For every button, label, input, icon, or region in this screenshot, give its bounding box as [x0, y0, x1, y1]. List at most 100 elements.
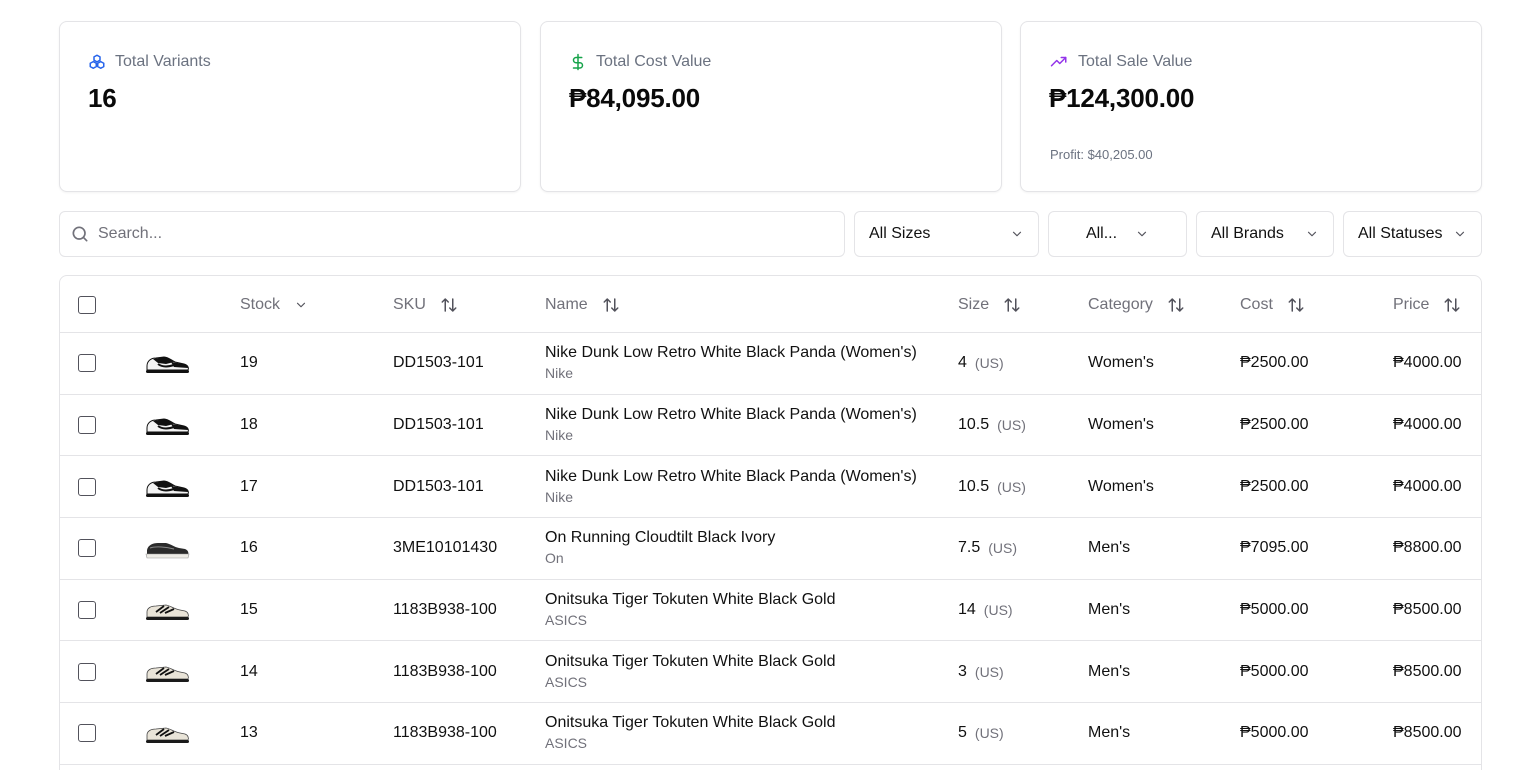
trending-up-icon — [1050, 56, 1067, 67]
product-name: Onitsuka Tiger Tokuten White Black Gold — [545, 652, 836, 670]
size-filter-select[interactable]: All Sizes — [854, 211, 1039, 257]
sort-icon — [1444, 297, 1460, 312]
profit-text: Profit: $40,205.00 — [1050, 147, 1153, 162]
stock-cell: 15 — [240, 601, 258, 619]
size-unit: (US) — [988, 540, 1018, 557]
column-label: Price — [1393, 295, 1430, 313]
size-value: 5 — [958, 724, 967, 742]
size-unit: (US) — [974, 725, 1004, 742]
category-cell: Women's — [1088, 354, 1154, 372]
product-brand: On — [545, 550, 564, 567]
name-cell: On Running Cloudtilt Black Ivory On — [545, 518, 775, 579]
sku-cell: 3ME10101430 — [393, 539, 498, 557]
stock-cell: 18 — [240, 416, 258, 434]
search-input[interactable] — [98, 225, 798, 243]
row-select-cell — [78, 580, 96, 641]
size-value: 10.5 — [958, 416, 990, 434]
price-cell: ₱8500.00 — [1393, 724, 1462, 742]
chevron-down-icon — [1012, 231, 1022, 237]
total-variants-card: Total Variants 16 — [59, 21, 521, 192]
name-column-header[interactable]: Name — [545, 276, 620, 333]
table-row[interactable]: 13 1183B938-100 Onitsuka Tiger Tokuten W… — [60, 703, 1481, 765]
product-image — [144, 456, 190, 517]
category-cell: Women's — [1088, 477, 1154, 495]
sort-icon — [603, 297, 619, 312]
cost-cell: ₱2500.00 — [1240, 477, 1309, 495]
row-select-cell — [78, 333, 96, 394]
select-all-cell — [78, 276, 96, 333]
product-image — [144, 333, 190, 394]
sku-cell: 1183B938-100 — [393, 662, 497, 680]
product-name: Nike Dunk Low Retro White Black Panda (W… — [545, 406, 917, 424]
table-row[interactable]: 19 DD1503-101 Nike Dunk Low Retro White … — [60, 333, 1481, 395]
category-column-header[interactable]: Category — [1088, 276, 1185, 333]
size-cell: 4 (US) — [958, 333, 1004, 394]
cost-column-header[interactable]: Cost — [1240, 276, 1305, 333]
size-unit: (US) — [974, 355, 1004, 372]
sort-icon — [1004, 297, 1020, 312]
category-cell: Men's — [1088, 601, 1131, 619]
row-checkbox[interactable] — [78, 354, 96, 373]
row-checkbox[interactable] — [78, 416, 96, 435]
chevron-down-icon — [1455, 231, 1465, 237]
table-row[interactable]: 15 1183B938-100 Onitsuka Tiger Tokuten W… — [60, 580, 1481, 642]
cost-cell: ₱2500.00 — [1240, 354, 1309, 372]
row-checkbox[interactable] — [78, 662, 96, 681]
table-header: Stock SKU Name Size Category Cost Price — [60, 276, 1481, 333]
price-cell: ₱8500.00 — [1393, 601, 1462, 619]
product-image — [144, 395, 190, 456]
select-all-checkbox[interactable] — [78, 295, 96, 314]
search-box[interactable] — [59, 211, 845, 257]
price-cell: ₱8800.00 — [1393, 539, 1462, 557]
row-checkbox[interactable] — [78, 724, 96, 743]
status-filter-select[interactable]: All Statuses — [1343, 211, 1482, 257]
row-select-cell — [78, 518, 96, 579]
row-checkbox[interactable] — [78, 477, 96, 496]
stock-cell: 19 — [240, 354, 258, 372]
table-row[interactable]: 17 DD1503-101 Nike Dunk Low Retro White … — [60, 456, 1481, 519]
category-cell: Women's — [1088, 416, 1154, 434]
size-unit: (US) — [997, 478, 1026, 495]
row-checkbox[interactable] — [78, 601, 96, 620]
card-header: Total Variants — [88, 53, 211, 71]
stock-cell: 16 — [240, 539, 258, 557]
sort-icon — [1288, 297, 1304, 312]
column-label: Cost — [1240, 295, 1273, 313]
table-body: 19 DD1503-101 Nike Dunk Low Retro White … — [60, 333, 1481, 765]
product-name: Nike Dunk Low Retro White Black Panda (W… — [545, 467, 917, 485]
inventory-table: Stock SKU Name Size Category Cost Price — [59, 275, 1482, 770]
category-filter-select[interactable]: All... — [1048, 211, 1187, 257]
price-cell: ₱4000.00 — [1393, 416, 1462, 434]
table-row[interactable]: 14 1183B938-100 Onitsuka Tiger Tokuten W… — [60, 641, 1481, 704]
column-label: SKU — [393, 295, 426, 313]
stock-column-header[interactable]: Stock — [240, 276, 308, 333]
product-image — [144, 641, 190, 702]
total-cost-value-card: Total Cost Value ₱84,095.00 — [540, 21, 1002, 192]
size-cell: 14 (US) — [958, 580, 1013, 641]
name-cell: Nike Dunk Low Retro White Black Panda (W… — [545, 456, 917, 517]
product-name: On Running Cloudtilt Black Ivory — [545, 529, 776, 547]
size-value: 3 — [958, 662, 967, 680]
size-value: 7.5 — [958, 539, 981, 557]
card-label: Total Variants — [115, 53, 211, 70]
category-cell: Men's — [1088, 539, 1131, 557]
product-image — [144, 580, 190, 641]
sku-cell: DD1503-101 — [393, 354, 484, 372]
table-row[interactable]: 16 3ME10101430 On Running Cloudtilt Blac… — [60, 518, 1481, 580]
size-column-header[interactable]: Size — [958, 276, 1021, 333]
size-filter-value: All Sizes — [869, 225, 931, 242]
product-brand: ASICS — [545, 612, 588, 629]
sku-column-header[interactable]: SKU — [393, 276, 458, 333]
category-cell: Men's — [1088, 724, 1131, 742]
product-image — [144, 518, 190, 579]
row-checkbox[interactable] — [78, 539, 96, 558]
price-column-header[interactable]: Price — [1393, 276, 1461, 333]
sort-icon — [441, 297, 457, 312]
card-label: Total Sale Value — [1078, 53, 1193, 70]
size-value: 10.5 — [958, 477, 990, 495]
table-row[interactable]: 18 DD1503-101 Nike Dunk Low Retro White … — [60, 395, 1481, 457]
brand-filter-select[interactable]: All Brands — [1196, 211, 1334, 257]
price-cell: ₱4000.00 — [1393, 477, 1462, 495]
search-icon — [72, 226, 88, 242]
row-select-cell — [78, 395, 96, 456]
